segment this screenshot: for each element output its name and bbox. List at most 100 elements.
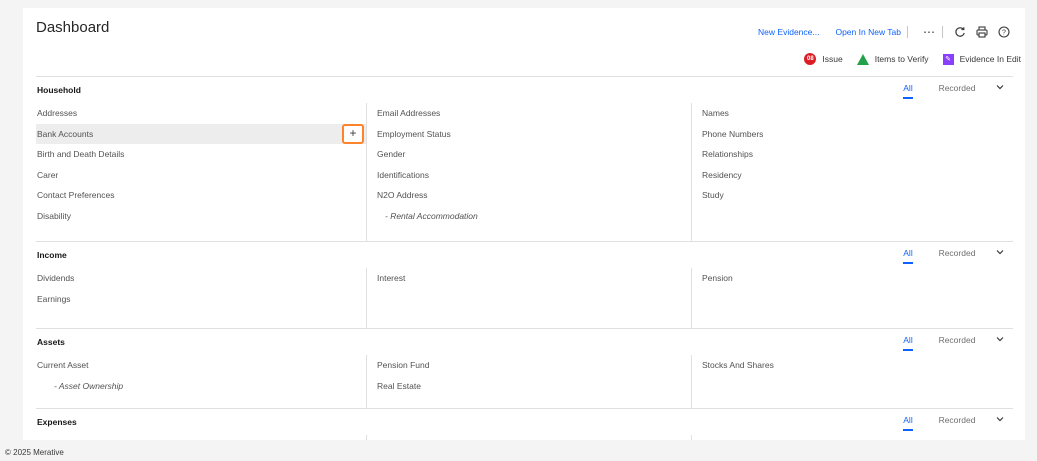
evidence-link[interactable]: Current Asset [36,355,366,376]
section-expenses: Expenses All Recorded [36,408,1013,440]
svg-text:?: ? [1002,30,1006,37]
chevron-down-icon[interactable] [987,81,1013,95]
section-controls: All Recorded [889,81,1013,99]
tab-all[interactable]: All [889,81,927,99]
evidence-label: Bank Accounts [37,128,94,139]
evidence-link[interactable]: Real Estate [367,376,691,397]
chevron-down-icon[interactable] [987,333,1013,347]
evidence-column [691,435,1013,440]
evidence-link[interactable]: Pension [692,268,1013,289]
evidence-label: Addresses [37,108,78,118]
tab-recorded[interactable]: Recorded [927,413,987,431]
evidence-label: Relationships [702,149,754,159]
evidence-link[interactable]: Carer [36,165,366,186]
top-actions: New Evidence... Open In New Tab ⋯ ? [742,23,1013,41]
open-in-new-tab-link[interactable]: Open In New Tab [835,27,901,37]
evidence-column: Interest [366,268,691,329]
evidence-label: Earnings [37,293,71,304]
print-icon[interactable] [973,23,991,41]
evidence-link[interactable]: Email Addresses [367,103,691,124]
tab-recorded[interactable]: Recorded [927,246,987,264]
evidence-link[interactable]: Pension Fund [367,355,691,376]
evidence-link[interactable]: - Asset Ownership [36,376,366,397]
evidence-legend: 08 Issue Items to Verify ✎ Evidence In E… [790,53,1021,65]
evidence-link[interactable]: Interest [367,268,691,289]
evidence-label: Employment Status [377,128,451,139]
evidence-link[interactable]: Earnings [36,289,366,310]
evidence-link[interactable]: Residency [692,165,1013,186]
help-icon[interactable]: ? [995,23,1013,41]
evidence-label: Interest [377,273,406,283]
section-title: Household [37,85,81,95]
legend-issue: 08 Issue [804,53,843,65]
evidence-label: Current Asset [37,360,89,370]
evidence-link[interactable]: Study [692,185,1013,206]
section-controls: All Recorded [889,246,1013,264]
section-title: Assets [37,337,65,347]
evidence-link[interactable]: Gender [367,144,691,165]
evidence-link[interactable]: Stocks And Shares [692,355,1013,376]
evidence-link[interactable]: N2O Address [367,185,691,206]
evidence-label: Stocks And Shares [702,360,774,370]
evidence-link[interactable]: Disability [36,206,366,227]
evidence-link[interactable]: Dividends [36,268,366,289]
evidence-link[interactable]: Phone Numbers [692,124,1013,145]
evidence-link[interactable]: Names [692,103,1013,124]
overflow-menu-icon[interactable]: ⋯ [920,23,938,41]
evidence-column [366,435,691,440]
tab-all[interactable]: All [889,413,927,431]
evidence-column: Pension Fund Real Estate [366,355,691,409]
evidence-link[interactable]: Bank Accounts + [36,123,366,144]
page-title: Dashboard [36,19,110,36]
refresh-icon[interactable] [951,23,969,41]
warning-triangle-icon [856,53,869,65]
chevron-down-icon[interactable] [987,413,1013,427]
chevron-down-icon[interactable] [987,246,1013,260]
tab-all[interactable]: All [889,246,927,264]
evidence-label: - Rental Accommodation [385,210,478,221]
issue-icon: 08 [804,53,817,65]
evidence-label: Pension [702,273,733,283]
evidence-label: Study [702,190,724,200]
evidence-link[interactable]: - Rental Accommodation [367,206,691,227]
evidence-link[interactable]: Employment Status [367,124,691,145]
evidence-label: N2O Address [377,190,428,200]
evidence-column [36,435,366,440]
evidence-label: Gender [377,149,406,159]
add-evidence-button[interactable]: + [342,123,364,144]
section-controls: All Recorded [889,413,1013,431]
evidence-link[interactable]: Birth and Death Details [36,144,366,165]
section-controls: All Recorded [889,333,1013,351]
divider [907,26,908,38]
evidence-label: Residency [702,169,742,180]
evidence-label: Real Estate [377,380,421,391]
edit-icon: ✎ [942,53,954,65]
footer-copyright: © 2025 Merative [5,448,64,457]
evidence-link[interactable]: Addresses [36,103,366,124]
section-title: Income [37,250,67,260]
section-title: Expenses [37,417,77,427]
evidence-label: Pension Fund [377,360,430,370]
evidence-column: Addresses Bank Accounts + Birth and Death D… [36,103,366,242]
evidence-link[interactable]: Identifications [367,165,691,186]
evidence-label: Carer [37,169,59,180]
section-income: Income All Recorded Dividends Earnings Intere… [36,241,1013,329]
evidence-label: Dividends [37,273,75,283]
evidence-link[interactable]: Relationships [692,144,1013,165]
evidence-column: Names Phone Numbers Relationships Residency… [691,103,1013,242]
evidence-column: Dividends Earnings [36,268,366,329]
tab-recorded[interactable]: Recorded [927,81,987,99]
evidence-link[interactable]: Contact Preferences [36,185,366,206]
evidence-label: Names [702,108,729,118]
evidence-label: Phone Numbers [702,128,764,139]
evidence-column: Current Asset - Asset Ownership [36,355,366,409]
evidence-label: Identifications [377,169,429,180]
evidence-label: Birth and Death Details [37,149,125,159]
tab-all[interactable]: All [889,333,927,351]
tab-recorded[interactable]: Recorded [927,333,987,351]
legend-evidence-in-edit: ✎ Evidence In Edit [942,53,1021,65]
section-household: Household All Recorded Addresses Bank Accoun… [36,76,1013,242]
dashboard-card: Dashboard New Evidence... Open In New Ta… [23,8,1025,440]
divider [942,26,943,38]
new-evidence-link[interactable]: New Evidence... [758,27,819,37]
